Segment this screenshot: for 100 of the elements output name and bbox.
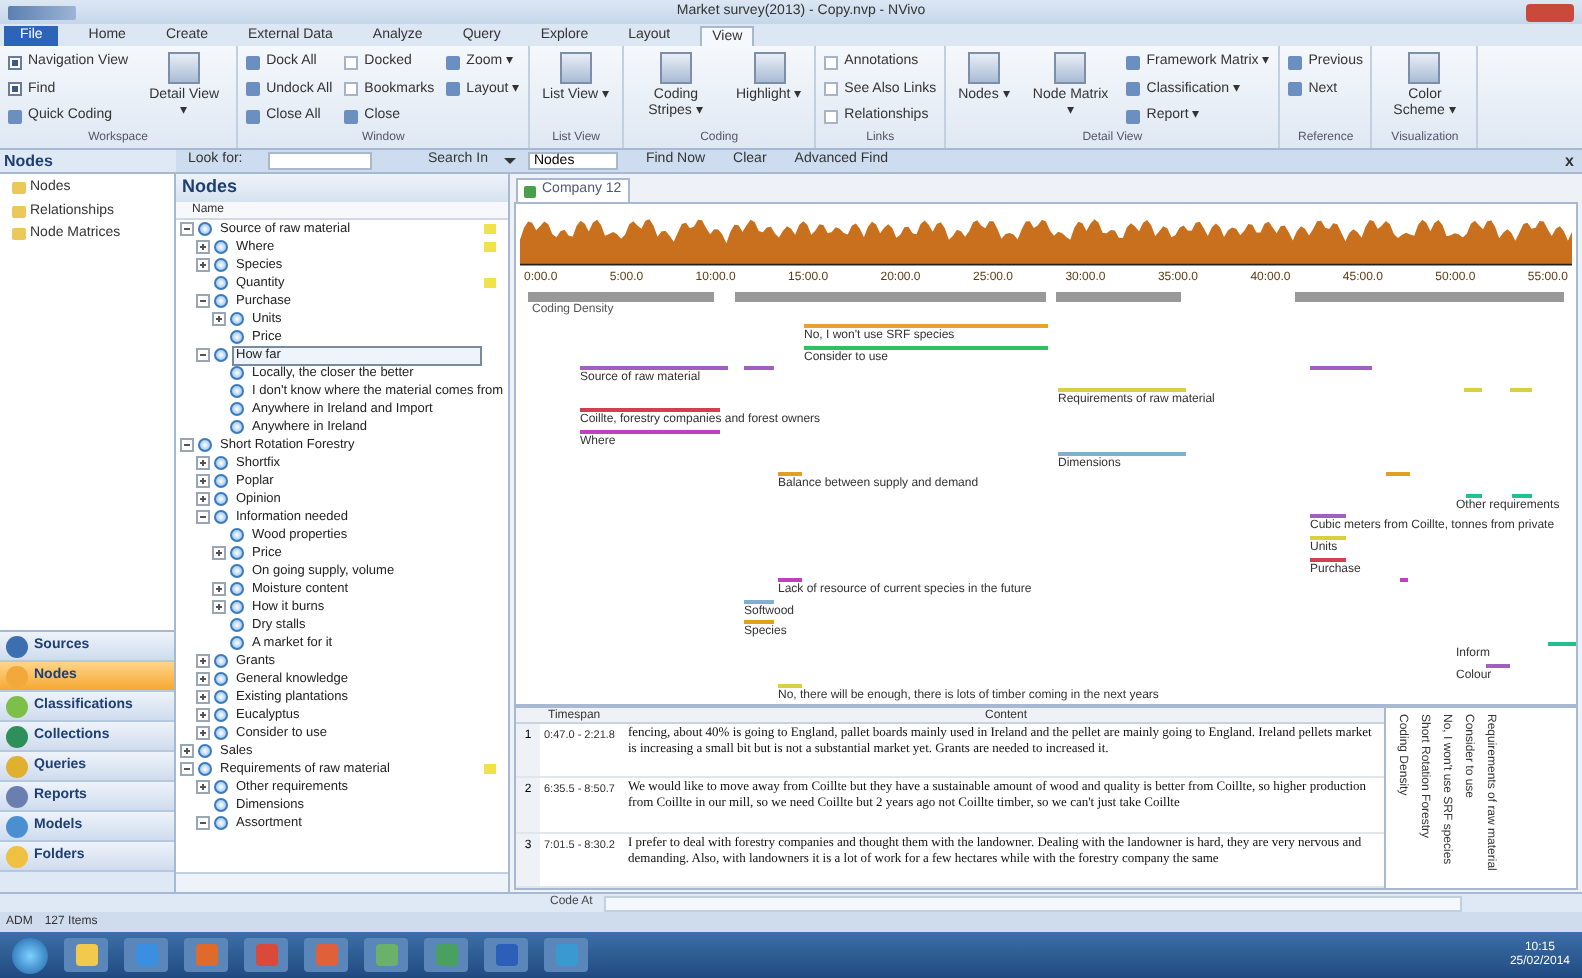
expand-toggle[interactable] <box>196 690 210 704</box>
node-icon <box>214 348 228 362</box>
coding-stripe[interactable] <box>1058 451 1186 456</box>
checkbox[interactable] <box>824 55 839 70</box>
checkbox[interactable] <box>344 55 359 70</box>
coding-stripe[interactable] <box>1486 663 1510 668</box>
expand-toggle[interactable] <box>196 474 210 488</box>
coding-stripe[interactable] <box>744 366 774 371</box>
section-icon <box>6 755 28 777</box>
expand-toggle[interactable] <box>196 654 210 668</box>
coding-stripe[interactable] <box>778 578 802 583</box>
node-icon <box>214 672 228 686</box>
node-icon <box>230 546 244 560</box>
expand-toggle[interactable] <box>212 582 226 596</box>
collapse-toggle[interactable] <box>180 222 194 236</box>
expand-toggle[interactable] <box>196 726 210 740</box>
section-icon <box>6 815 28 837</box>
node-icon <box>214 690 228 704</box>
coding-stripe[interactable] <box>744 620 774 625</box>
tool-icon <box>8 109 22 124</box>
look-for-field[interactable] <box>268 152 372 170</box>
tool-icon <box>344 109 359 124</box>
media-icon <box>524 185 536 197</box>
collapse-toggle[interactable] <box>196 294 210 308</box>
node-icon <box>214 798 228 812</box>
collapse-toggle[interactable] <box>180 438 194 452</box>
node-icon <box>214 492 228 506</box>
node-icon <box>230 582 244 596</box>
coding-stripe[interactable] <box>1400 578 1408 583</box>
start-button[interactable] <box>12 937 48 973</box>
node-icon <box>198 438 212 452</box>
close-button[interactable] <box>1525 3 1574 21</box>
expand-toggle[interactable] <box>196 240 210 254</box>
code-at-field[interactable] <box>604 895 1462 911</box>
node-icon <box>230 366 244 380</box>
collapse-toggle[interactable] <box>196 816 210 830</box>
coding-stripe[interactable] <box>580 408 720 413</box>
list-title: Nodes <box>182 174 238 201</box>
node-icon <box>230 384 244 398</box>
expand-toggle[interactable] <box>196 708 210 722</box>
node-icon <box>230 528 244 542</box>
tool-icon <box>168 52 201 84</box>
coding-stripe[interactable] <box>1310 366 1372 371</box>
node-icon <box>214 726 228 740</box>
tool-icon <box>753 52 786 84</box>
section-icon <box>6 725 28 747</box>
tool-icon <box>659 52 692 84</box>
collapse-toggle[interactable] <box>196 510 210 524</box>
coding-stripe[interactable] <box>580 366 728 371</box>
coding-stripe[interactable] <box>1512 493 1532 498</box>
node-icon <box>214 816 228 830</box>
expand-toggle[interactable] <box>196 456 210 470</box>
checkbox[interactable] <box>8 82 22 97</box>
node-icon <box>214 654 228 668</box>
section-icon <box>6 635 28 657</box>
tool-icon <box>968 52 1001 84</box>
checkbox[interactable] <box>8 55 22 70</box>
node-icon <box>214 510 228 524</box>
expand-toggle[interactable] <box>212 546 226 560</box>
expand-toggle[interactable] <box>196 672 210 686</box>
expand-toggle[interactable] <box>196 258 210 272</box>
collapse-toggle[interactable] <box>180 762 194 776</box>
node-icon <box>214 240 228 254</box>
node-icon <box>230 600 244 614</box>
coding-stripe[interactable] <box>1310 557 1346 562</box>
checkbox[interactable] <box>824 82 839 97</box>
tool-icon <box>1054 52 1087 84</box>
node-icon <box>230 420 244 434</box>
tool-icon <box>560 52 593 84</box>
expand-toggle[interactable] <box>212 600 226 614</box>
coding-stripe[interactable] <box>1310 514 1346 519</box>
coding-stripe[interactable] <box>744 599 774 604</box>
node-icon <box>198 744 212 758</box>
section-icon <box>6 785 28 807</box>
find-bar-close-button[interactable]: x <box>1565 149 1574 173</box>
node-icon <box>230 564 244 578</box>
checkbox[interactable] <box>824 109 839 124</box>
collapse-toggle[interactable] <box>196 348 210 362</box>
expand-toggle[interactable] <box>196 780 210 794</box>
node-icon <box>214 258 228 272</box>
checkbox[interactable] <box>344 82 359 97</box>
quick-access-toolbar[interactable] <box>8 5 76 19</box>
coding-stripe[interactable] <box>778 472 802 477</box>
section-icon <box>6 695 28 717</box>
node-icon <box>214 474 228 488</box>
node-icon <box>230 330 244 344</box>
coding-stripe[interactable] <box>1386 472 1410 477</box>
dropdown-caret-icon[interactable] <box>503 158 516 164</box>
node-icon <box>198 222 212 236</box>
node-icon <box>214 708 228 722</box>
node-icon <box>198 762 212 776</box>
node-icon <box>230 618 244 632</box>
expand-toggle[interactable] <box>196 492 210 506</box>
taskbar-app-icon[interactable] <box>64 938 108 972</box>
node-icon <box>230 312 244 326</box>
expand-toggle[interactable] <box>180 744 194 758</box>
coding-stripe[interactable] <box>804 345 1048 350</box>
coding-stripe[interactable] <box>1466 493 1482 498</box>
node-icon <box>214 456 228 470</box>
expand-toggle[interactable] <box>212 312 226 326</box>
